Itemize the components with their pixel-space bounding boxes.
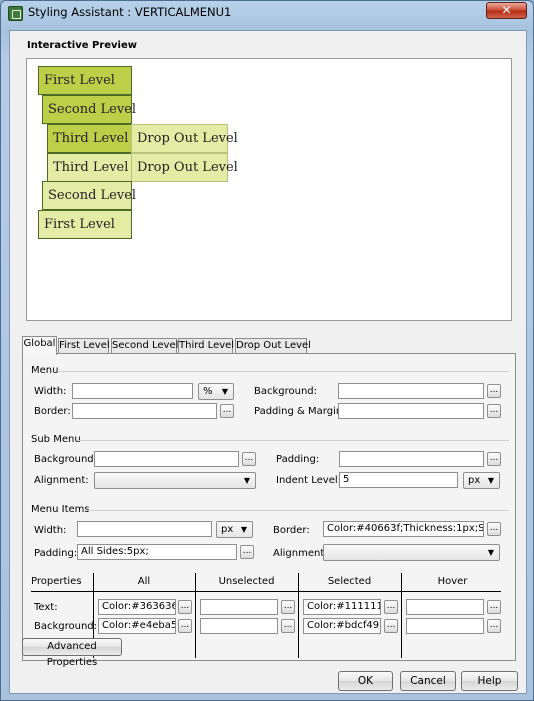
text-all-browse-button[interactable]: ...	[178, 600, 192, 614]
menu-items-padding-input[interactable]: All Sides:5px;	[77, 544, 237, 560]
submenu-divider	[77, 440, 509, 441]
grid-col-divider	[195, 573, 196, 658]
app-icon	[8, 6, 23, 21]
background-row-label: Background:	[34, 621, 98, 632]
submenu-alignment-select[interactable]: ▼	[94, 472, 256, 489]
preview-item-second-level-1[interactable]: Second Level	[42, 95, 136, 124]
menu-items-border-label: Border:	[273, 525, 310, 536]
submenu-alignment-label: Alignment:	[34, 475, 89, 486]
ok-button[interactable]: OK	[338, 671, 393, 691]
text-hover-browse-button[interactable]: ...	[487, 600, 501, 614]
menu-divider	[57, 371, 509, 372]
menu-items-width-label: Width:	[34, 525, 67, 536]
preview-item-first-level-2[interactable]: First Level	[38, 210, 132, 239]
window-title: Styling Assistant : VERTICALMENU1	[28, 5, 232, 19]
preview-item-drop-out-2[interactable]: Drop Out Level	[131, 153, 238, 182]
tab-drop-out-level[interactable]: Drop Out Level	[235, 338, 311, 354]
menu-padding-margin-input[interactable]	[338, 403, 484, 419]
text-selected-browse-button[interactable]: ...	[384, 600, 398, 614]
selected-header: Selected	[327, 576, 372, 587]
dialog-client: Interactive Preview First Level Second L…	[9, 30, 527, 694]
menu-width-label: Width:	[34, 386, 67, 397]
menu-items-alignment-label: Alignment:	[273, 548, 328, 559]
help-button[interactable]: Help	[461, 671, 518, 691]
menu-items-divider	[85, 510, 509, 511]
background-unselected-browse-button[interactable]: ...	[281, 619, 295, 633]
background-selected-input[interactable]: Color:#bdcf49;	[303, 618, 381, 634]
submenu-indent-unit-select[interactable]: px ▼	[463, 472, 500, 489]
text-all-input[interactable]: Color:#363636;	[98, 599, 176, 615]
submenu-padding-label: Padding:	[276, 454, 320, 465]
menu-items-width-input[interactable]	[77, 521, 212, 537]
close-button[interactable]: ✕	[486, 2, 527, 19]
menu-items-alignment-select[interactable]: ▼	[323, 544, 500, 561]
preview-item-third-level-2[interactable]: Third Level	[47, 153, 132, 182]
menu-width-unit-select[interactable]: % ▼	[198, 383, 234, 400]
interactive-preview: First Level Second Level Third Level Dro…	[26, 58, 512, 321]
menu-width-input[interactable]	[72, 383, 193, 399]
menu-items-width-unit-select[interactable]: px ▼	[216, 521, 253, 538]
background-hover-browse-button[interactable]: ...	[487, 619, 501, 633]
menu-items-padding-label: Padding:	[34, 548, 78, 559]
text-unselected-browse-button[interactable]: ...	[281, 600, 295, 614]
submenu-padding-input[interactable]	[339, 451, 484, 467]
chevron-down-icon: ▼	[487, 548, 494, 557]
tab-second-level[interactable]: Second Level	[111, 338, 178, 354]
preview-item-drop-out-1[interactable]: Drop Out Level	[131, 124, 238, 153]
background-all-input[interactable]: Color:#e4eba5;	[98, 618, 176, 634]
text-selected-input[interactable]: Color:#111111;	[303, 599, 381, 615]
global-tab-panel: Menu Width: % ▼ Background: ... Border: .…	[22, 353, 516, 661]
grid-col-divider	[298, 573, 299, 658]
background-selected-browse-button[interactable]: ...	[384, 619, 398, 633]
all-header: All	[137, 576, 151, 587]
advanced-properties-button[interactable]: Advanced Properties	[22, 638, 122, 668]
text-hover-input[interactable]	[406, 599, 484, 615]
tab-first-level[interactable]: First Level	[58, 338, 110, 354]
menu-padding-margin-label: Padding & Margin:	[254, 406, 346, 417]
chevron-down-icon: ▼	[243, 476, 250, 485]
menu-items-padding-browse-button[interactable]: ...	[240, 545, 254, 559]
unselected-header: Unselected	[218, 576, 275, 587]
background-all-browse-button[interactable]: ...	[178, 619, 192, 633]
text-row-label: Text:	[34, 602, 58, 613]
preview-item-second-level-2[interactable]: Second Level	[42, 181, 136, 210]
submenu-padding-browse-button[interactable]: ...	[487, 452, 501, 466]
submenu-background-label: Background:	[34, 454, 98, 465]
menu-items-border-input[interactable]: Color:#40663f;Thickness:1px;Style	[323, 521, 484, 537]
menu-border-label: Border:	[34, 406, 71, 417]
menu-items-section-title: Menu Items	[31, 504, 90, 515]
hover-header: Hover	[437, 576, 468, 587]
text-unselected-input[interactable]	[200, 599, 278, 615]
submenu-indent-label: Indent Level:	[276, 475, 341, 486]
menu-items-border-browse-button[interactable]: ...	[487, 522, 501, 536]
preview-item-first-level-1[interactable]: First Level	[38, 66, 132, 95]
properties-header: Properties	[31, 576, 82, 587]
menu-background-input[interactable]	[338, 383, 484, 399]
chevron-down-icon: ▼	[221, 387, 228, 396]
submenu-section-title: Sub Menu	[31, 434, 81, 445]
menu-padding-margin-browse-button[interactable]: ...	[487, 404, 501, 418]
menu-background-browse-button[interactable]: ...	[487, 384, 501, 398]
cancel-button[interactable]: Cancel	[400, 671, 456, 691]
menu-background-label: Background:	[254, 386, 318, 397]
title-bar[interactable]: Styling Assistant : VERTICALMENU1 ✕	[1, 1, 533, 25]
menu-section-title: Menu	[31, 365, 59, 376]
chevron-down-icon: ▼	[240, 525, 247, 534]
chevron-down-icon: ▼	[487, 476, 494, 485]
tab-third-level[interactable]: Third Level	[178, 338, 234, 354]
submenu-indent-input[interactable]: 5	[339, 472, 458, 488]
submenu-background-input[interactable]	[94, 451, 239, 467]
tab-global[interactable]: Global	[22, 336, 57, 355]
grid-col-divider	[401, 573, 402, 658]
menu-border-input[interactable]	[72, 403, 217, 419]
submenu-background-browse-button[interactable]: ...	[242, 452, 256, 466]
background-hover-input[interactable]	[406, 618, 484, 634]
preview-item-third-level-1[interactable]: Third Level	[47, 124, 132, 153]
grid-header-rule	[31, 591, 501, 592]
preview-group-label: Interactive Preview	[27, 40, 138, 51]
background-unselected-input[interactable]	[200, 618, 278, 634]
dialog-window: Styling Assistant : VERTICALMENU1 ✕ Inte…	[0, 0, 534, 701]
menu-border-browse-button[interactable]: ...	[220, 404, 234, 418]
